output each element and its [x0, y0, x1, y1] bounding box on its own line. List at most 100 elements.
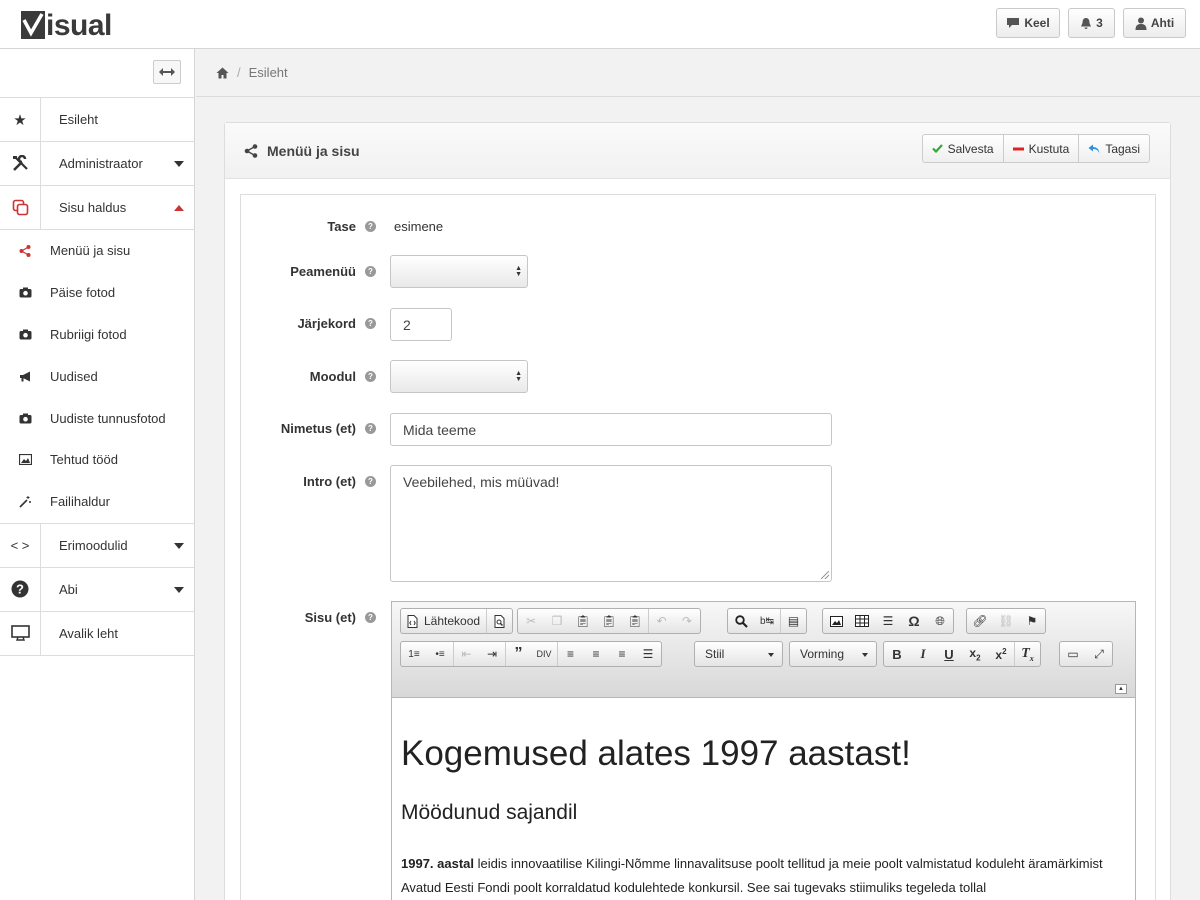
- paste-text-button[interactable]: 📋︎: [596, 609, 622, 633]
- clipboard-text-icon: 📋︎: [601, 614, 617, 628]
- content-panel: Menüü ja sisu Salvesta Kustuta Tagasi Ta…: [224, 122, 1171, 900]
- module-select[interactable]: ▲ ▼: [390, 360, 528, 393]
- comment-icon: [1007, 18, 1020, 28]
- align-right-button[interactable]: ≡: [609, 642, 635, 666]
- redo-button[interactable]: ↷: [674, 609, 700, 633]
- omega-icon: Ω: [908, 613, 920, 629]
- intro-textarea[interactable]: Veebilehed, mis müüvad!: [390, 465, 832, 582]
- anchor-button[interactable]: ⚑: [1019, 609, 1045, 633]
- bold-button[interactable]: B: [884, 642, 910, 666]
- mainmenu-select[interactable]: ▲ ▼: [390, 255, 528, 288]
- sidebar-subitem-label: Tehtud tööd: [50, 452, 118, 468]
- iframe-button[interactable]: 🌐︎: [927, 609, 953, 633]
- editor-content[interactable]: Kogemused alates 1997 aastast! Möödunud …: [392, 698, 1135, 900]
- sidebar-item-sisu-haldus[interactable]: Sisu haldus: [0, 186, 194, 230]
- superscript-button[interactable]: x2: [988, 642, 1014, 666]
- select-all-button[interactable]: ▤: [780, 609, 806, 633]
- delete-button[interactable]: Kustuta: [1004, 135, 1080, 162]
- intro-text: Veebilehed, mis müüvad!: [403, 474, 560, 490]
- logo[interactable]: isual: [21, 8, 112, 42]
- sidebar-subitem-menuu-ja-sisu[interactable]: Menüü ja sisu: [0, 230, 194, 272]
- subscript-button[interactable]: x2: [962, 642, 988, 666]
- horizontal-rule-button[interactable]: ☰: [875, 609, 901, 633]
- sidebar-subitem-failihaldur[interactable]: Failihaldur: [0, 481, 194, 523]
- style-combo[interactable]: Stiil: [694, 641, 783, 667]
- name-input[interactable]: Mida teeme: [390, 413, 832, 446]
- copy-button[interactable]: ❐: [544, 609, 570, 633]
- order-input[interactable]: 2: [390, 308, 452, 341]
- sidebar-subitem-uudiste-tunnusfotod[interactable]: Uudiste tunnusfotod: [0, 397, 194, 439]
- numbered-list-icon: 1≡: [408, 648, 420, 660]
- user-menu-button[interactable]: Ahti: [1123, 8, 1186, 38]
- home-icon[interactable]: [216, 67, 229, 79]
- unlink-button[interactable]: ⛓: [993, 609, 1019, 633]
- quote-icon: ”: [514, 645, 523, 662]
- replace-icon: b↹: [760, 615, 774, 627]
- outdent-button[interactable]: ⇤: [453, 642, 479, 666]
- chevron-down-icon: [768, 653, 774, 657]
- sidebar-collapse-button[interactable]: [153, 60, 181, 84]
- sidebar-item-erimoodulid[interactable]: < > Erimoodulid: [0, 523, 194, 568]
- italic-button[interactable]: I: [910, 642, 936, 666]
- search-icon: [734, 614, 748, 628]
- help-icon[interactable]: ?: [365, 476, 376, 487]
- sidebar-subitem-rubriigi-fotod[interactable]: Rubriigi fotod: [0, 314, 194, 356]
- div-icon: DIV: [536, 649, 552, 659]
- undo-button[interactable]: ↶: [648, 609, 674, 633]
- justify-button[interactable]: ☰: [635, 642, 661, 666]
- div-container-button[interactable]: DIV: [531, 642, 557, 666]
- bulleted-list-button[interactable]: •≡: [427, 642, 453, 666]
- sidebar-item-administraator[interactable]: Administraator: [0, 142, 194, 186]
- language-button[interactable]: Keel: [996, 8, 1060, 38]
- resize-handle[interactable]: [821, 571, 829, 579]
- format-combo[interactable]: Vorming: [789, 641, 877, 667]
- paste-word-button[interactable]: 📋︎: [622, 609, 648, 633]
- maximize-button[interactable]: ⤢: [1086, 642, 1112, 666]
- source-button[interactable]: Lähtekood: [401, 614, 486, 628]
- help-icon[interactable]: ?: [365, 423, 376, 434]
- copy-icon: [0, 186, 41, 229]
- indent-button[interactable]: ⇥: [479, 642, 505, 666]
- underline-button[interactable]: U: [936, 642, 962, 666]
- special-char-button[interactable]: Ω: [901, 609, 927, 633]
- camera-icon: [0, 329, 50, 340]
- sidebar-subitem-uudised[interactable]: Uudised: [0, 355, 194, 397]
- sidebar-item-esileht[interactable]: ★ Esileht: [0, 98, 194, 142]
- blockquote-button[interactable]: ”: [505, 642, 531, 666]
- align-left-button[interactable]: ≡: [557, 642, 583, 666]
- flag-icon: ⚑: [1026, 614, 1038, 628]
- undo-icon: ↶: [656, 614, 667, 628]
- sidebar-item-abi[interactable]: ? Abi: [0, 567, 194, 612]
- cut-button[interactable]: ✂: [518, 609, 544, 633]
- numbered-list-button[interactable]: 1≡: [401, 642, 427, 666]
- help-icon[interactable]: ?: [365, 371, 376, 382]
- help-icon[interactable]: ?: [365, 612, 376, 623]
- align-center-button[interactable]: ≡: [583, 642, 609, 666]
- save-button[interactable]: Salvesta: [923, 135, 1004, 162]
- help-icon[interactable]: ?: [365, 221, 376, 232]
- content-heading-2: Möödunud sajandil: [401, 801, 578, 824]
- source-button-label: Lähtekood: [424, 614, 481, 628]
- table-button[interactable]: [849, 609, 875, 633]
- sidebar-subitem-paise-fotod[interactable]: Päise fotod: [0, 272, 194, 314]
- back-button[interactable]: Tagasi: [1079, 135, 1149, 162]
- link-button[interactable]: 🔗︎: [967, 609, 993, 633]
- show-blocks-button[interactable]: ▭: [1060, 642, 1086, 666]
- paste-button[interactable]: 📋︎: [570, 609, 596, 633]
- module-label: Moodul: [309, 369, 356, 384]
- image-button[interactable]: [823, 609, 849, 633]
- toolbar-group-lists: 1≡ •≡ ⇤ ⇥ ” DIV ≡ ≡ ≡ ☰: [400, 641, 662, 667]
- preview-button[interactable]: [486, 609, 512, 633]
- find-button[interactable]: [728, 609, 754, 633]
- sidebar-subitem-tehtud-tood[interactable]: Tehtud tööd: [0, 439, 194, 481]
- remove-format-button[interactable]: Tx: [1014, 642, 1040, 666]
- sidebar-item-label: Esileht: [59, 112, 99, 127]
- replace-button[interactable]: b↹: [754, 609, 780, 633]
- camera-icon: [0, 287, 50, 298]
- sidebar: ★ Esileht Administraator Sisu haldus Men…: [0, 49, 195, 900]
- help-icon[interactable]: ?: [365, 318, 376, 329]
- sidebar-item-avalik-leht[interactable]: Avalik leht: [0, 611, 194, 656]
- notifications-button[interactable]: 3: [1068, 8, 1115, 38]
- help-icon[interactable]: ?: [365, 266, 376, 277]
- toolbar-collapse-button[interactable]: ▲: [1115, 684, 1127, 694]
